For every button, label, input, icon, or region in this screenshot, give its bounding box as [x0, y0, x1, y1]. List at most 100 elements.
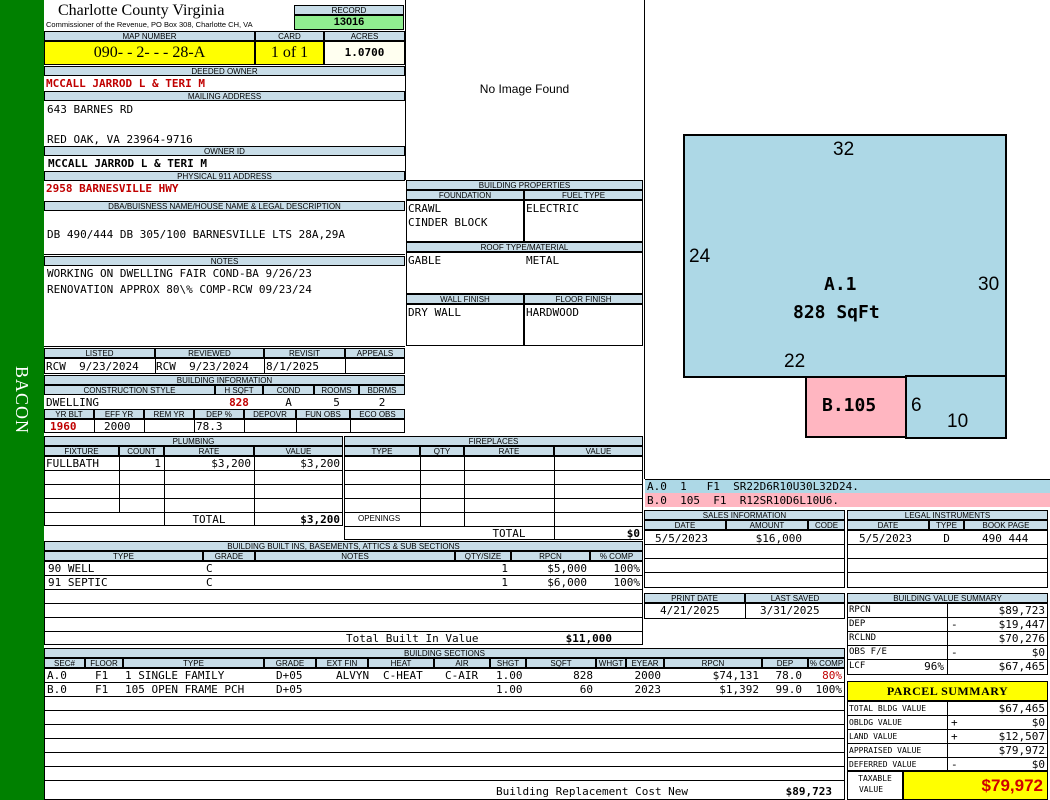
- builtins-header-grade: GRADE: [203, 551, 255, 561]
- section-dep: 99.0: [775, 683, 803, 696]
- legal-header-bookpage: BOOK PAGE: [964, 520, 1048, 530]
- wall-finish-value: DRY WALL: [408, 306, 461, 319]
- hsqft-label: H SQFT: [215, 385, 263, 395]
- notes-line-1: WORKING ON DWELLING FAIR COND-BA 9/26/23: [47, 267, 312, 280]
- sidebar-label: BACON: [12, 365, 32, 434]
- parcel-key: LAND VALUE: [849, 732, 898, 741]
- appeals-label: APPEALS: [345, 348, 405, 358]
- map-number-label: MAP NUMBER: [44, 31, 255, 41]
- revisit-label: REVISIT: [264, 348, 345, 358]
- legal-header-type: TYPE: [929, 520, 964, 530]
- section-extfin: ALVYN: [336, 669, 370, 682]
- building-properties-label: BUILDING PROPERTIES: [406, 180, 643, 190]
- fireplaces-header-rate: RATE: [464, 446, 554, 456]
- fuel-type-label: FUEL TYPE: [524, 190, 643, 200]
- plumbing-header-count: COUNT: [119, 446, 164, 456]
- print-date-label: PRINT DATE: [644, 593, 745, 603]
- sections-header-whgt: WHGT: [596, 658, 626, 668]
- floor-finish-label: FLOOR FINISH: [524, 294, 643, 304]
- parcel-key: APPRAISED VALUE: [849, 746, 922, 755]
- parcel-sign: -: [951, 758, 958, 771]
- section-eyear: 2023: [634, 683, 662, 696]
- depovr-label: DEPOVR: [244, 409, 296, 419]
- acres-label: ACRES: [324, 31, 405, 41]
- parcel-key: DEFERRED VALUE: [849, 760, 917, 769]
- sections-header-sqft: SQFT: [526, 658, 596, 668]
- replacement-cost-label: Building Replacement Cost New: [496, 785, 689, 798]
- legal-description-label: DBA/BUISNESS NAME/HOUSE NAME & LEGAL DES…: [44, 201, 405, 211]
- plumbing-count: 1: [154, 457, 161, 470]
- builtin-comp: 100%: [613, 576, 641, 589]
- legal-bookpage: 490 444: [982, 532, 1029, 545]
- section-sec: B.0: [47, 683, 67, 696]
- rooms-value: 5: [333, 396, 340, 409]
- section-shgt: 1.00: [496, 669, 523, 682]
- record-value: 13016: [294, 15, 404, 30]
- foundation-value-1: CRAWL: [408, 202, 442, 215]
- plumbing-rate: $3,200: [211, 457, 251, 470]
- print-date-value: 4/21/2025: [660, 604, 720, 617]
- effyr-label: EFF YR: [94, 409, 144, 419]
- replacement-cost-value: $89,723: [785, 785, 832, 798]
- section-shgt: 1.00: [496, 683, 523, 696]
- dep-value: 78.3: [196, 420, 223, 433]
- sales-date: 5/5/2023: [655, 532, 708, 545]
- sections-header-rpcn: RPCN: [664, 658, 762, 668]
- summary-value: $19,447: [998, 618, 1045, 631]
- sketch-code-b: B.0 105 F1 R12SR10D6L10U6.: [647, 494, 840, 507]
- revisit-value: 8/1/2025: [266, 360, 319, 373]
- fireplaces-header-qty: QTY: [420, 446, 464, 456]
- summary-value: $89,723: [998, 604, 1045, 617]
- card-label: CARD: [255, 31, 324, 41]
- fireplaces-total-label: TOTAL: [492, 527, 526, 540]
- sections-header-sec: SEC#: [44, 658, 85, 668]
- sketch-dim-bottom-a: 22: [784, 351, 806, 372]
- listed-label: LISTED: [44, 348, 155, 358]
- hsqft-value: 828: [229, 396, 249, 409]
- parcel-key: TOTAL BLDG VALUE: [849, 704, 927, 713]
- sketch-label-b: B.105: [822, 395, 877, 416]
- bdrms-value: 2: [378, 396, 386, 409]
- section-floor: F1: [95, 669, 109, 682]
- legal-date: 5/5/2023: [859, 532, 912, 545]
- parcel-value: $0: [1031, 758, 1045, 771]
- rooms-label: ROOMS: [314, 385, 359, 395]
- sections-header-floor: FLOOR: [85, 658, 123, 668]
- county-title: Charlotte County Virginia: [58, 2, 225, 19]
- fireplaces-total: $0: [626, 527, 640, 540]
- sales-header-code: CODE: [808, 520, 845, 530]
- last-saved-label: LAST SAVED: [745, 593, 845, 603]
- cond-value: A: [285, 396, 292, 409]
- deeded-owner-value: MCCALL JARROD L & TERI M: [46, 77, 205, 90]
- sales-header-amount: AMOUNT: [726, 520, 808, 530]
- summary-key: RPCN: [849, 605, 871, 615]
- builtin-comp: 100%: [613, 562, 641, 575]
- roof-material-value: METAL: [526, 254, 560, 267]
- section-type: 105 OPEN FRAME PCH: [125, 683, 245, 696]
- parcel-value: $12,507: [998, 730, 1045, 743]
- parcel-key: OBLDG VALUE: [849, 718, 902, 727]
- section-sec: A.0: [47, 669, 67, 682]
- section-rpcn: $1,392: [719, 683, 759, 696]
- physical-address-label: PHYSICAL 911 ADDRESS: [44, 171, 405, 181]
- sales-amount: $16,000: [755, 532, 802, 545]
- sections-header-type: TYPE: [123, 658, 264, 668]
- sketch-dim-top: 32: [833, 139, 855, 160]
- summary-key: RCLND: [849, 633, 877, 643]
- plumbing-value: $3,200: [300, 457, 340, 470]
- sections-label: BUILDING SECTIONS: [44, 648, 845, 658]
- taxable-value: $79,972: [903, 771, 1048, 800]
- bdrms-label: BDRMS: [359, 385, 405, 395]
- builtin-type: 90 WELL: [48, 562, 95, 575]
- notes-label: NOTES: [44, 256, 405, 266]
- builtin-rpcn: $5,000: [547, 562, 587, 575]
- deeded-owner-label: DEEDED OWNER: [44, 66, 405, 76]
- summary-key: OBS F/E: [849, 647, 887, 657]
- sections-header-heat: HEAT: [368, 658, 434, 668]
- section-dep: 78.0: [775, 669, 803, 682]
- dep-label: DEP %: [194, 409, 244, 419]
- acres-value: 1.0700: [324, 41, 405, 65]
- ecoobs-label: ECO OBS: [350, 409, 405, 419]
- builtin-rpcn: $6,000: [547, 576, 587, 589]
- builtins-total-label: Total Built In Value: [346, 632, 479, 645]
